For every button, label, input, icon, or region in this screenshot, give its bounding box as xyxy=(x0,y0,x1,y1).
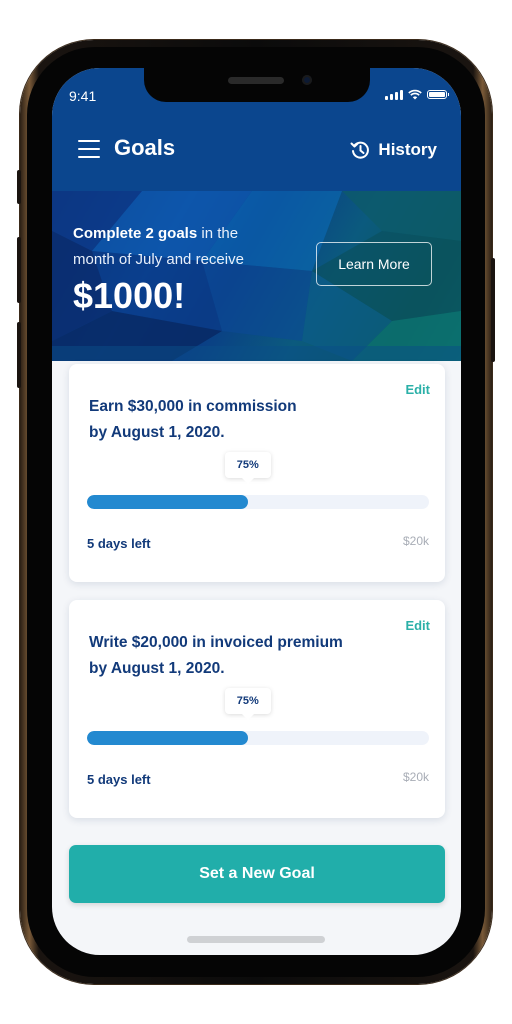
edit-goal-link[interactable]: Edit xyxy=(405,382,430,397)
status-time: 9:41 xyxy=(69,88,97,104)
goal-card: Edit Write $20,000 in invoiced premium b… xyxy=(69,600,445,818)
app-screen: 9:41 Goals History Complete 2 goals in t… xyxy=(52,68,461,955)
days-left: 5 days left xyxy=(87,536,151,551)
progress-bar-fill xyxy=(87,731,248,745)
progress-bar-fill xyxy=(87,495,248,509)
progress-tooltip: 75% xyxy=(224,688,271,720)
cellular-signal-icon xyxy=(385,89,403,100)
banner-message-line2: month of July and receive xyxy=(73,251,244,268)
battery-icon xyxy=(427,90,449,99)
home-indicator[interactable] xyxy=(187,936,325,943)
goal-title-line1: Earn $30,000 in commission xyxy=(89,398,297,415)
days-left: 5 days left xyxy=(87,772,151,787)
volume-down-button xyxy=(17,322,21,388)
edit-goal-link[interactable]: Edit xyxy=(405,618,430,633)
goal-title-line2: by August 1, 2020. xyxy=(89,660,225,677)
goal-title-line1: Write $20,000 in invoiced premium xyxy=(89,634,343,651)
progress-tooltip: 75% xyxy=(224,452,271,484)
history-button[interactable]: History xyxy=(350,140,437,160)
silent-switch xyxy=(17,170,21,204)
banner-reward-amount: $1000! xyxy=(73,275,186,316)
goal-title-line2: by August 1, 2020. xyxy=(89,424,225,441)
history-icon xyxy=(350,141,370,159)
speaker-grille xyxy=(228,77,284,84)
banner-message-bold: Complete 2 goals xyxy=(73,225,198,242)
banner-message: Complete 2 goals in the month of July an… xyxy=(73,221,244,273)
goal-target-amount: $20k xyxy=(402,770,429,784)
power-button xyxy=(491,258,495,362)
wifi-icon xyxy=(408,89,422,100)
promo-banner: Complete 2 goals in the month of July an… xyxy=(52,191,461,361)
banner-message-line1: in the xyxy=(197,225,239,242)
learn-more-button[interactable]: Learn More xyxy=(316,242,432,286)
page-title: Goals xyxy=(114,135,176,160)
goal-title: Earn $30,000 in commission by August 1, … xyxy=(89,394,389,446)
volume-up-button xyxy=(17,237,21,303)
progress-bar xyxy=(87,731,429,745)
hamburger-menu-icon[interactable] xyxy=(78,140,100,158)
device-notch xyxy=(144,68,370,102)
progress-bar xyxy=(87,495,429,509)
goal-card: Edit Earn $30,000 in commission by Augus… xyxy=(69,364,445,582)
history-label: History xyxy=(378,140,437,159)
goal-target-amount: $20k xyxy=(402,534,429,548)
goal-title: Write $20,000 in invoiced premium by Aug… xyxy=(89,630,389,682)
front-camera xyxy=(302,75,312,85)
set-new-goal-button[interactable]: Set a New Goal xyxy=(69,845,445,903)
status-icons xyxy=(385,89,449,100)
